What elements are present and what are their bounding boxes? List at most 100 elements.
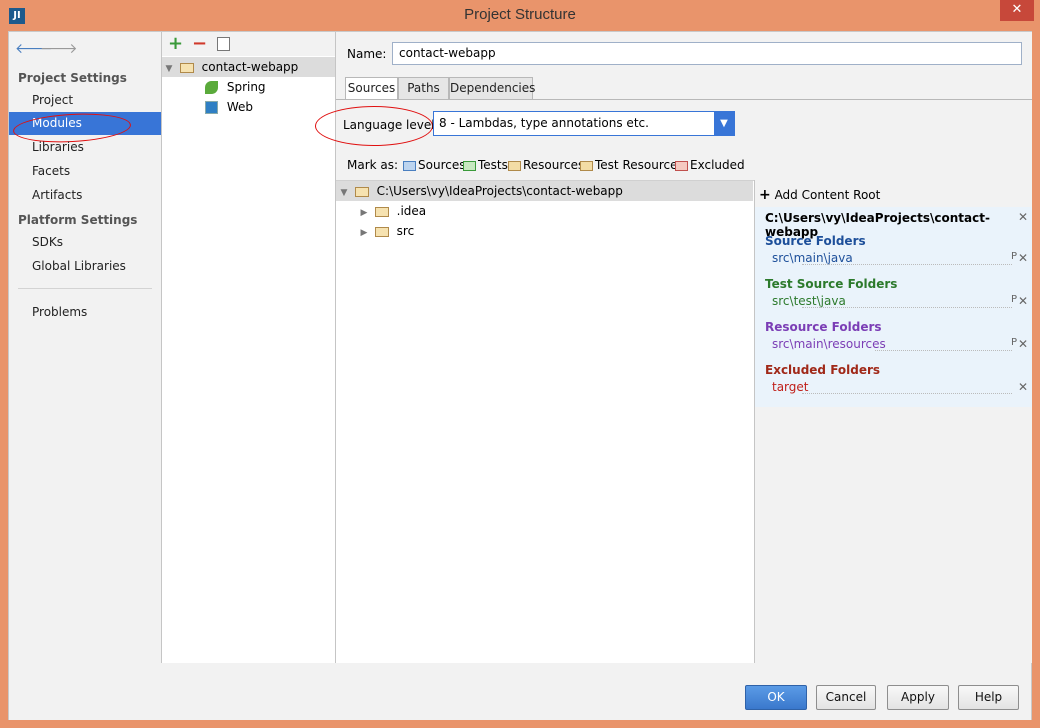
facet-tree-row[interactable]: Web — [205, 97, 253, 117]
tab-dependencies[interactable]: Dependencies — [449, 77, 535, 100]
remove-folder-icon[interactable]: ✕ — [1018, 251, 1028, 265]
sources-folder-icon — [403, 160, 416, 171]
sidebar-item-global-libraries[interactable]: Global Libraries — [9, 255, 161, 278]
tree-item-label: .idea — [396, 204, 427, 218]
resource-folders-title: Resource Folders — [765, 320, 882, 334]
expand-caret-icon[interactable]: ▼ — [162, 59, 176, 79]
sidebar-item-project[interactable]: Project — [9, 89, 161, 112]
collapse-caret-icon[interactable]: ▶ — [357, 223, 371, 243]
close-button[interactable]: ✕ — [1000, 0, 1034, 21]
mark-excluded-button[interactable]: Excluded — [675, 158, 745, 172]
tests-folder-icon — [463, 160, 476, 171]
modules-panel: + − ▼ contact-webapp Spring Web — [162, 32, 336, 663]
platform-settings-heading: Platform Settings — [18, 213, 138, 227]
facet-tree-row[interactable]: Spring — [205, 77, 266, 97]
remove-folder-icon[interactable]: ✕ — [1018, 294, 1028, 308]
tree-row[interactable]: ▶ .idea — [357, 201, 427, 223]
resources-folder-icon — [508, 160, 521, 171]
module-details: Name: contact-webapp Sources Paths Depen… — [315, 32, 1032, 663]
module-tree-row[interactable]: ▼ contact-webapp — [162, 57, 335, 77]
properties-icon[interactable]: P — [1011, 251, 1017, 262]
add-content-root-button[interactable]: + Add Content Root — [759, 187, 880, 203]
project-settings-heading: Project Settings — [18, 71, 127, 85]
tab-sources[interactable]: Sources — [345, 77, 398, 100]
resource-folder-item[interactable]: src\main\resources — [772, 337, 886, 351]
tree-root-row[interactable]: ▼ C:\Users\vy\IdeaProjects\contact-webap… — [336, 181, 753, 201]
dotted-leader — [802, 307, 1012, 308]
dotted-leader — [802, 264, 1012, 265]
mark-label: Test Resources — [595, 158, 684, 172]
excluded-folder-icon — [675, 160, 688, 171]
facet-label: Web — [226, 100, 253, 114]
remove-folder-icon[interactable]: ✕ — [1018, 337, 1028, 351]
modules-toolbar: + − — [162, 32, 335, 56]
excluded-folders-title: Excluded Folders — [765, 363, 881, 377]
mark-resources-button[interactable]: Resources — [508, 158, 584, 172]
ok-button[interactable]: OK — [745, 685, 807, 710]
properties-icon[interactable]: P — [1011, 294, 1017, 305]
folder-icon — [374, 226, 389, 237]
sidebar-item-sdks[interactable]: SDKs — [9, 231, 161, 254]
apply-button[interactable]: Apply — [887, 685, 949, 710]
copy-icon[interactable] — [217, 37, 230, 51]
remove-root-icon[interactable]: ✕ — [1018, 210, 1028, 224]
dotted-leader — [802, 393, 1012, 394]
remove-icon[interactable]: − — [192, 33, 207, 54]
content-root-card: C:\Users\vy\IdeaProjects\contact-webapp … — [755, 207, 1032, 407]
divider — [18, 288, 152, 289]
folder-icon — [354, 186, 369, 197]
dotted-leader — [875, 350, 1012, 351]
remove-folder-icon[interactable]: ✕ — [1018, 380, 1028, 394]
mark-label: Tests — [478, 158, 508, 172]
sidebar-item-problems[interactable]: Problems — [9, 301, 161, 324]
add-content-root-label: Add Content Root — [774, 188, 881, 202]
test-source-folder-item[interactable]: src\test\java — [772, 294, 846, 308]
module-name-input[interactable]: contact-webapp — [392, 42, 1022, 65]
mark-test-resources-button[interactable]: Test Resources — [580, 158, 684, 172]
title-bar: JI Project Structure ✕ — [0, 0, 1040, 32]
tab-paths[interactable]: Paths — [398, 77, 449, 100]
language-level-value: 8 - Lambdas, type annotations etc. — [439, 116, 649, 130]
plus-icon: + — [759, 187, 771, 203]
mark-tests-button[interactable]: Tests — [463, 158, 508, 172]
settings-sidebar: 🡐 🡒 Project Settings Project Modules Lib… — [9, 32, 162, 663]
cancel-button[interactable]: Cancel — [816, 685, 876, 710]
project-structure-window: JI Project Structure ✕ 🡐 🡒 Project Setti… — [0, 0, 1040, 728]
source-folder-item[interactable]: src\main\java — [772, 251, 853, 265]
mark-label: Excluded — [690, 158, 745, 172]
mark-label: Resources — [523, 158, 585, 172]
folder-tree: ▼ C:\Users\vy\IdeaProjects\contact-webap… — [336, 180, 754, 663]
chevron-down-icon[interactable]: ▼ — [714, 112, 734, 135]
forward-arrow-icon[interactable]: 🡒 — [40, 40, 78, 57]
window-title: Project Structure — [464, 6, 576, 23]
dialog-button-bar: OK Cancel Apply Help — [9, 664, 1031, 720]
tab-divider — [336, 99, 1032, 100]
module-label: contact-webapp — [201, 60, 299, 74]
module-folder-icon — [179, 62, 194, 73]
help-button[interactable]: Help — [958, 685, 1019, 710]
tree-row[interactable]: ▶ src — [357, 221, 415, 243]
tree-root-label: C:\Users\vy\IdeaProjects\contact-webapp — [376, 184, 623, 198]
excluded-folder-item[interactable]: target — [772, 380, 809, 394]
source-folders-title: Source Folders — [765, 234, 866, 248]
folder-icon — [374, 206, 389, 217]
web-facet-icon — [205, 101, 218, 114]
collapse-caret-icon[interactable]: ▶ — [357, 203, 371, 223]
sidebar-item-libraries[interactable]: Libraries — [9, 136, 161, 159]
mark-as-label: Mark as: — [347, 158, 399, 172]
spring-leaf-icon — [205, 81, 218, 94]
properties-icon[interactable]: P — [1011, 337, 1017, 348]
content-roots-panel: + Add Content Root C:\Users\vy\IdeaProje… — [754, 180, 1032, 663]
add-icon[interactable]: + — [168, 33, 183, 54]
sidebar-item-facets[interactable]: Facets — [9, 160, 161, 183]
test-source-folders-title: Test Source Folders — [765, 277, 898, 291]
mark-label: Sources — [418, 158, 466, 172]
tree-item-label: src — [396, 224, 415, 238]
test-resources-folder-icon — [580, 160, 593, 171]
name-label: Name: — [347, 47, 387, 61]
sidebar-item-artifacts[interactable]: Artifacts — [9, 184, 161, 207]
mark-sources-button[interactable]: Sources — [403, 158, 465, 172]
dialog-body: 🡐 🡒 Project Settings Project Modules Lib… — [8, 31, 1032, 720]
language-level-select[interactable]: 8 - Lambdas, type annotations etc. ▼ — [433, 111, 735, 136]
expand-caret-icon[interactable]: ▼ — [337, 183, 351, 203]
